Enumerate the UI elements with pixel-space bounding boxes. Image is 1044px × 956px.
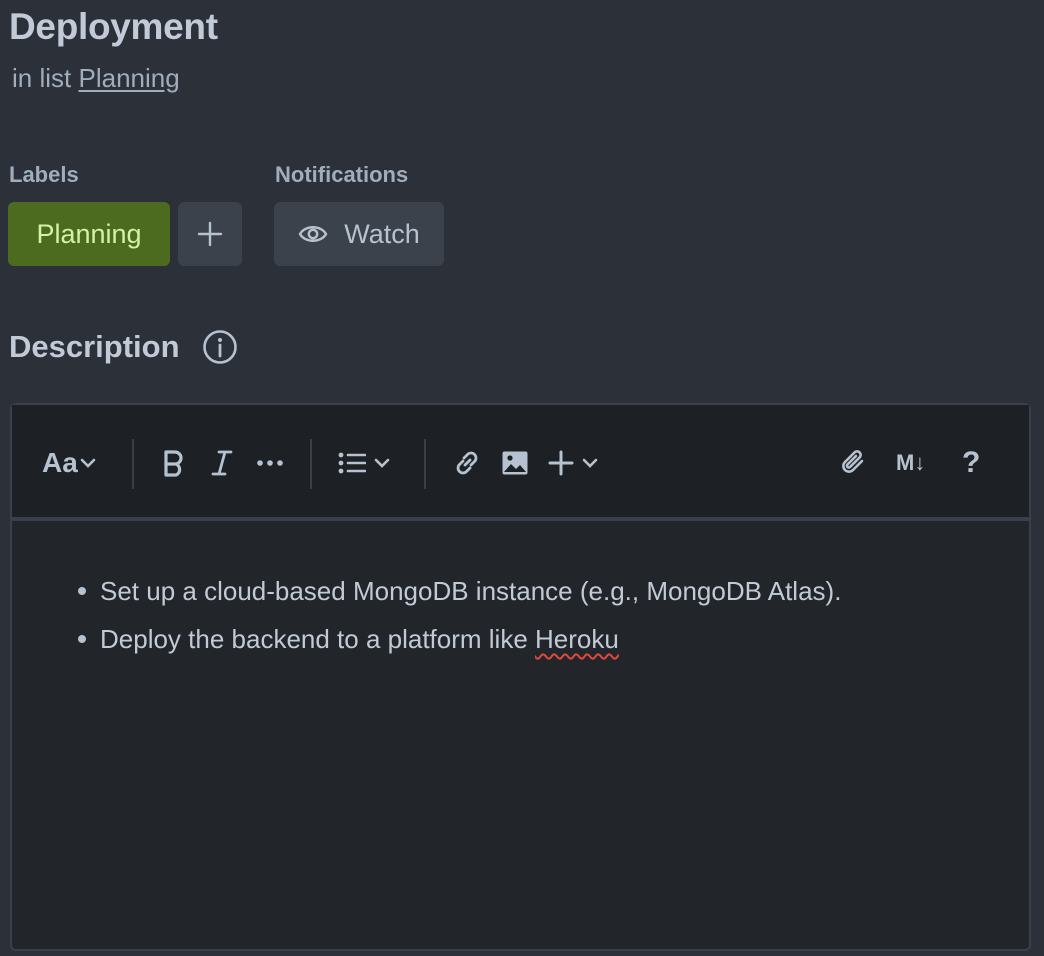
more-formatting-icon (257, 460, 283, 466)
in-list-prefix: in list (12, 63, 72, 93)
bold-button[interactable] (162, 441, 186, 485)
image-button[interactable] (501, 441, 529, 485)
list-link[interactable]: Planning (78, 63, 179, 93)
chevron-down-icon (582, 458, 598, 468)
label-planning[interactable]: Planning (8, 202, 170, 266)
attachment-button[interactable] (838, 441, 870, 485)
toolbar-divider (424, 439, 426, 489)
help-button[interactable]: ? (962, 441, 980, 485)
image-icon (502, 451, 528, 475)
italic-button[interactable] (210, 441, 234, 485)
bullet-list-icon (338, 452, 366, 474)
description-heading: Description (9, 329, 180, 364)
watch-label: Watch (344, 218, 420, 249)
chevron-down-icon (80, 458, 96, 468)
more-formatting-button[interactable] (256, 441, 284, 485)
chevron-down-icon (374, 458, 390, 468)
editor-toolbar: Aa M↓ ? (12, 405, 1029, 521)
italic-icon (211, 450, 233, 476)
text-style-label: Aa (42, 447, 78, 478)
link-icon (456, 451, 478, 475)
list-item: Deploy the backend to a platform like He… (72, 615, 969, 663)
bold-icon (164, 450, 183, 477)
labels-heading: Labels (9, 162, 79, 187)
list-item-text: Deploy the backend to a platform like (100, 624, 536, 654)
in-list-caption: in list Planning (12, 63, 180, 94)
watch-button[interactable]: Watch (274, 202, 444, 266)
notifications-row: Watch (274, 202, 444, 266)
list-button[interactable] (338, 441, 390, 485)
insert-plus-icon (548, 450, 574, 476)
notifications-heading: Notifications (275, 162, 409, 187)
list-item-text: Set up a cloud-based MongoDB instance (e… (100, 576, 842, 606)
eye-icon (298, 226, 328, 242)
editor-content[interactable]: Set up a cloud-based MongoDB instance (e… (12, 523, 1029, 949)
toolbar-divider (310, 439, 312, 489)
bullet-list: Set up a cloud-based MongoDB instance (e… (72, 567, 969, 663)
list-item: Set up a cloud-based MongoDB instance (e… (72, 567, 969, 615)
description-editor[interactable]: Aa M↓ ? Set up a cloud-based MongoDB ins… (10, 403, 1031, 951)
add-label-button[interactable] (178, 202, 242, 266)
plus-icon (197, 221, 223, 247)
text-style-button[interactable]: Aa (42, 441, 96, 485)
card-title[interactable]: Deployment (9, 6, 218, 48)
link-button[interactable] (452, 441, 482, 485)
description-heading-row: Description (9, 329, 238, 365)
markdown-button[interactable]: M↓ (896, 441, 925, 485)
attachment-icon (842, 450, 864, 473)
info-circle-icon[interactable] (202, 329, 238, 365)
toolbar-divider (132, 439, 134, 489)
labels-row: Planning (8, 202, 242, 266)
misspelled-word[interactable]: Heroku (535, 624, 619, 654)
insert-button[interactable] (548, 441, 598, 485)
